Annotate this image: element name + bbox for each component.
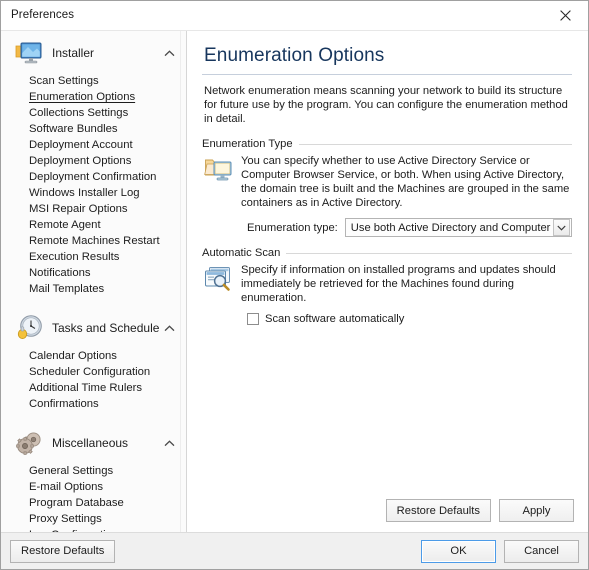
sidebar-item-notifications[interactable]: Notifications xyxy=(1,265,186,281)
sidebar-item-confirmations[interactable]: Confirmations xyxy=(1,396,186,412)
automatic-scan-description: Specify if information on installed prog… xyxy=(241,264,556,304)
sidebar-group-title: Miscellaneous xyxy=(52,436,129,450)
sidebar-item-enumeration-options[interactable]: Enumeration Options xyxy=(1,89,186,105)
legend-rule xyxy=(298,143,572,145)
sidebar-item-scan-settings[interactable]: Scan Settings xyxy=(1,73,186,89)
page-title: Enumeration Options xyxy=(204,45,385,66)
sidebar[interactable]: Installer Scan Settings Enumeration Opti… xyxy=(1,31,187,532)
sidebar-item-collections-settings[interactable]: Collections Settings xyxy=(1,105,186,121)
automatic-scan-legend: Automatic Scan xyxy=(202,247,572,259)
window-search-icon xyxy=(204,263,234,325)
scan-software-automatically-checkbox-row[interactable]: Scan software automatically xyxy=(247,313,572,325)
sidebar-item-remote-machines-restart[interactable]: Remote Machines Restart xyxy=(1,233,186,249)
sidebar-item-mail-templates[interactable]: Mail Templates xyxy=(1,281,186,297)
folder-monitor-icon xyxy=(204,154,234,237)
scan-software-automatically-label: Scan software automatically xyxy=(265,313,405,325)
main-panel: Enumeration Options Network enumeration … xyxy=(187,31,588,532)
enumeration-type-group: Enumeration Type You can specify whether… xyxy=(202,138,572,237)
gears-icon xyxy=(14,428,44,458)
panel-restore-defaults-button[interactable]: Restore Defaults xyxy=(385,499,491,522)
sidebar-item-deployment-options[interactable]: Deployment Options xyxy=(1,153,186,169)
scan-software-automatically-checkbox[interactable] xyxy=(247,313,259,325)
clock-icon xyxy=(14,313,44,343)
sidebar-item-remote-agent[interactable]: Remote Agent xyxy=(1,217,186,233)
sidebar-item-windows-installer-log[interactable]: Windows Installer Log xyxy=(1,185,186,201)
sidebar-group-miscellaneous[interactable]: Miscellaneous xyxy=(1,424,186,462)
title-divider xyxy=(202,74,572,75)
enumeration-type-legend: Enumeration Type xyxy=(202,138,572,150)
sidebar-group-installer[interactable]: Installer xyxy=(1,34,186,72)
window-title: Preferences xyxy=(11,9,75,21)
title-bar: Preferences xyxy=(1,1,588,30)
enumeration-type-field-row: Enumeration type: Use both Active Direct… xyxy=(247,218,572,237)
sidebar-item-deployment-account[interactable]: Deployment Account xyxy=(1,137,186,153)
monitor-folder-icon xyxy=(14,38,44,68)
preferences-dialog: Preferences Installer Scan Settings Enum… xyxy=(0,0,589,570)
footer-restore-defaults-button[interactable]: Restore Defaults xyxy=(10,539,116,563)
enumeration-type-field-label: Enumeration type: xyxy=(247,221,338,234)
dialog-body: Installer Scan Settings Enumeration Opti… xyxy=(1,30,588,532)
sidebar-group-items-misc: General Settings E-mail Options Program … xyxy=(1,462,186,532)
sidebar-item-general-settings[interactable]: General Settings xyxy=(1,463,186,479)
chevron-up-icon[interactable] xyxy=(162,436,176,450)
sidebar-item-msi-repair-options[interactable]: MSI Repair Options xyxy=(1,201,186,217)
sidebar-group-title: Installer xyxy=(52,46,95,60)
sidebar-group-items-tasks: Calendar Options Scheduler Configuration… xyxy=(1,347,186,418)
automatic-scan-legend-label: Automatic Scan xyxy=(202,247,281,259)
sidebar-item-proxy-settings[interactable]: Proxy Settings xyxy=(1,511,186,527)
enumeration-type-select[interactable]: Use both Active Directory and Computer B… xyxy=(344,218,572,237)
panel-actions: Restore Defaults Apply xyxy=(385,499,574,522)
page-description: Network enumeration means scanning your … xyxy=(204,85,568,125)
enumeration-type-selected-value: Use both Active Directory and Computer B… xyxy=(350,221,553,234)
legend-rule xyxy=(286,252,572,254)
sidebar-scrollbar[interactable] xyxy=(180,31,186,532)
sidebar-item-execution-results[interactable]: Execution Results xyxy=(1,249,186,265)
sidebar-item-e-mail-options[interactable]: E-mail Options xyxy=(1,479,186,495)
dialog-footer: Restore Defaults OK Cancel xyxy=(1,532,588,569)
sidebar-item-log-configuration[interactable]: Log Configuration xyxy=(1,527,186,532)
sidebar-item-software-bundles[interactable]: Software Bundles xyxy=(1,121,186,137)
chevron-up-icon[interactable] xyxy=(162,321,176,335)
enumeration-type-description: You can specify whether to use Active Di… xyxy=(241,155,570,209)
footer-right-buttons: OK Cancel xyxy=(421,539,579,563)
apply-button[interactable]: Apply xyxy=(499,499,574,522)
sidebar-group-tasks-and-schedule[interactable]: Tasks and Schedule xyxy=(1,309,186,347)
enumeration-type-legend-label: Enumeration Type xyxy=(202,138,293,150)
sidebar-item-program-database[interactable]: Program Database xyxy=(1,495,186,511)
sidebar-item-calendar-options[interactable]: Calendar Options xyxy=(1,348,186,364)
sidebar-item-deployment-confirmation[interactable]: Deployment Confirmation xyxy=(1,169,186,185)
ok-button[interactable]: OK xyxy=(421,539,496,563)
sidebar-item-scheduler-configuration[interactable]: Scheduler Configuration xyxy=(1,364,186,380)
close-icon[interactable] xyxy=(543,1,588,30)
sidebar-group-items-installer: Scan Settings Enumeration Options Collec… xyxy=(1,72,186,303)
automatic-scan-group: Automatic Scan Specify if information on… xyxy=(202,247,572,325)
sidebar-group-title: Tasks and Schedule xyxy=(52,321,160,335)
chevron-up-icon[interactable] xyxy=(162,46,176,60)
chevron-down-icon[interactable] xyxy=(553,219,570,236)
sidebar-item-additional-time-rulers[interactable]: Additional Time Rulers xyxy=(1,380,186,396)
cancel-button[interactable]: Cancel xyxy=(504,539,579,563)
